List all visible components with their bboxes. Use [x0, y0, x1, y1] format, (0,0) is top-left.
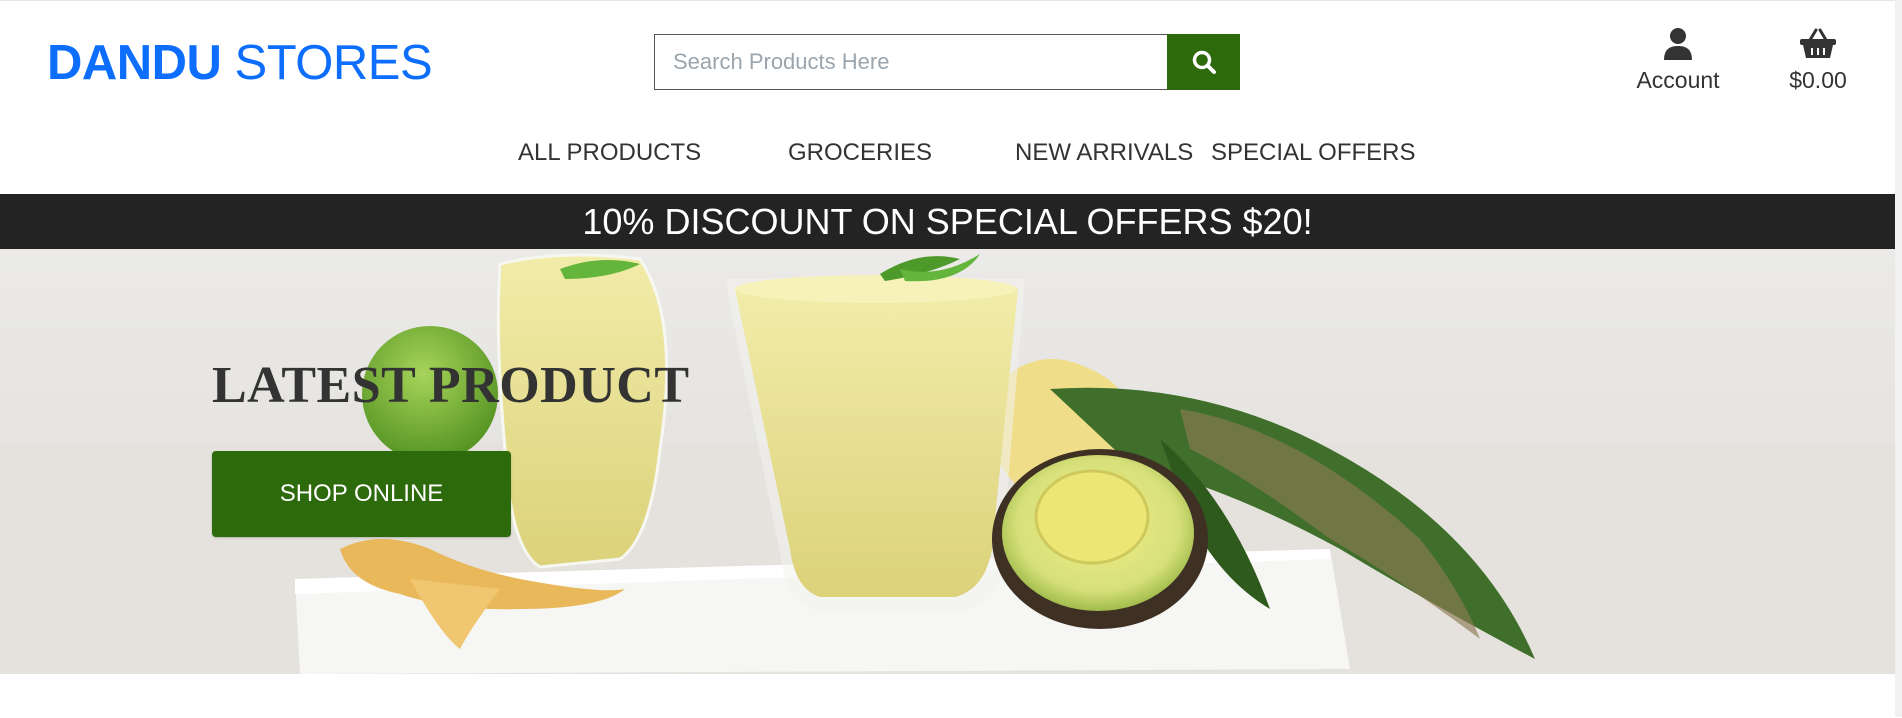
cart-link[interactable]: $0.00: [1784, 27, 1852, 94]
nav-groceries[interactable]: GROCERIES: [788, 139, 932, 167]
shop-online-button[interactable]: SHOP ONLINE: [212, 451, 511, 537]
account-link[interactable]: Account: [1632, 27, 1724, 94]
discount-banner: 10% DISCOUNT ON SPECIAL OFFERS $20!: [0, 194, 1895, 249]
search-icon: [1192, 50, 1216, 74]
hero-section: LATEST PRODUCT SHOP ONLINE: [0, 249, 1895, 674]
nav-new-arrivals[interactable]: NEW ARRIVALS: [1015, 139, 1193, 167]
account-label: Account: [1636, 67, 1720, 93]
nav-special-offers[interactable]: SPECIAL OFFERS: [1211, 139, 1416, 167]
search-form: [654, 34, 1240, 90]
page: DANDU STORES Account: [0, 0, 1895, 718]
logo-rest-text: STORES: [221, 36, 433, 90]
cart-total: $0.00: [1789, 67, 1847, 93]
search-input[interactable]: [654, 34, 1167, 90]
nav-all-products[interactable]: ALL PRODUCTS: [518, 139, 701, 167]
user-icon: [1632, 27, 1724, 63]
site-logo[interactable]: DANDU STORES: [47, 35, 433, 91]
logo-bold-text: DANDU: [47, 36, 222, 90]
hero-title: LATEST PRODUCT: [212, 356, 690, 414]
main-nav: ALL PRODUCTS GROCERIES NEW ARRIVALS SPEC…: [0, 133, 1895, 173]
basket-icon: [1784, 27, 1852, 63]
page-scrollbar[interactable]: [1895, 0, 1902, 717]
search-button[interactable]: [1167, 34, 1240, 90]
